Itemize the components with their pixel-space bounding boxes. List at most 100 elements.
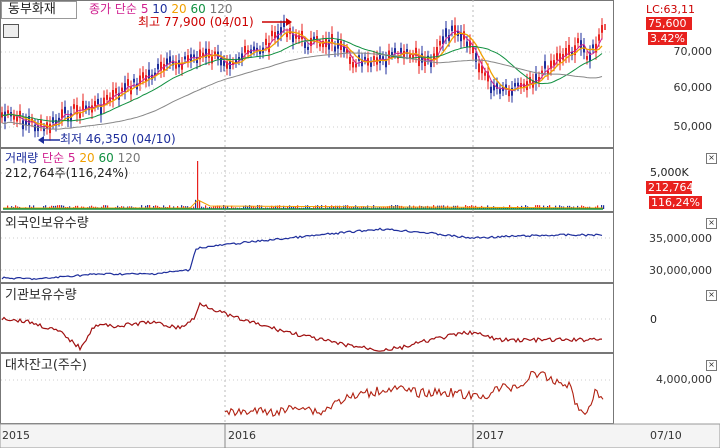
candle-body	[169, 56, 171, 63]
price-tick: 50,000	[673, 120, 713, 133]
volume-current-badge: 212,764	[646, 181, 694, 194]
volume-close-button[interactable]: ×	[706, 153, 717, 164]
candle-body	[106, 94, 108, 100]
candle-body	[370, 62, 372, 67]
foreign-close-button[interactable]: ×	[706, 218, 717, 229]
inst-close-button[interactable]: ×	[706, 290, 717, 301]
date-tick: 2017	[476, 429, 504, 442]
price-tick: 60,000	[673, 81, 713, 94]
loan-tick: 4,000,000	[656, 373, 712, 386]
loan-title: 대차잔고(주수)	[5, 358, 87, 373]
candle-body	[133, 78, 135, 83]
volume-bar	[603, 205, 605, 209]
table-icon[interactable]	[3, 24, 19, 38]
candle-body	[49, 123, 51, 134]
candle-body	[400, 47, 402, 53]
price-legend-label: 종가 단순	[89, 2, 137, 16]
foreign-title: 외국인보유수량	[5, 216, 89, 231]
candle-body	[325, 38, 327, 48]
volume-bar	[199, 200, 201, 209]
candle-body	[499, 89, 501, 94]
candle-body	[379, 53, 381, 63]
legend-ma5: 5	[140, 2, 149, 16]
candle-body	[580, 40, 582, 49]
high-annotation: 최고 77,900 (04/01)	[138, 15, 254, 29]
candle-body	[184, 56, 186, 60]
legend-ma120: 120	[209, 2, 233, 16]
volume-label: 거래량	[5, 151, 39, 165]
candle-body	[94, 101, 96, 107]
legend-ma60: 60	[190, 2, 206, 16]
volume-value: 212,764주(116,24%)	[5, 166, 129, 180]
lc-value: LC:63,11	[646, 3, 696, 16]
stock-name-box[interactable]: 동부화재	[1, 1, 77, 19]
candle-body	[127, 79, 129, 86]
date-tick: 2015	[2, 429, 30, 442]
inst-tick: 0	[650, 313, 657, 326]
volume-label2: 단순	[41, 151, 65, 165]
candle-body	[490, 86, 492, 94]
candle-body	[34, 124, 36, 132]
candle-body	[319, 43, 321, 47]
vol-legend-ma120: 120	[117, 151, 141, 165]
candle-body	[307, 46, 309, 50]
candle-body	[73, 104, 75, 109]
candle-body	[166, 58, 168, 65]
candle-body	[577, 38, 579, 44]
candle-body	[451, 25, 453, 31]
candle-body	[130, 87, 132, 95]
candle-body	[544, 61, 546, 69]
candle-body	[445, 28, 447, 37]
loan-close-button[interactable]: ×	[706, 360, 717, 371]
candle-body	[418, 56, 420, 67]
candle-body	[409, 54, 411, 59]
price-series	[1, 14, 606, 144]
volume-legend: 거래량 단순 5 20 60 120	[5, 152, 140, 165]
candle-body	[484, 72, 486, 76]
low-annotation: 최저 46,350 (04/10)	[60, 132, 176, 146]
candle-body	[508, 90, 510, 97]
candle-body	[334, 46, 336, 52]
candle-body	[391, 52, 393, 56]
candle-body	[328, 39, 330, 50]
date-tick: 2016	[228, 429, 256, 442]
panel-border	[0, 212, 614, 283]
candle-body	[388, 50, 390, 59]
candle-body	[478, 63, 480, 73]
change-badge: 3.42%	[648, 32, 687, 45]
candle-body	[559, 53, 561, 63]
vol-legend-ma20: 20	[79, 151, 95, 165]
candle-body	[4, 111, 6, 122]
foreign-line	[1, 227, 603, 281]
candle-body	[349, 56, 351, 64]
legend-ma20: 20	[171, 2, 187, 16]
volume-bar	[197, 161, 199, 209]
current-price-badge: 75,600	[646, 17, 692, 30]
candle-body	[82, 100, 84, 110]
foreign-tick: 30,000,000	[649, 264, 712, 277]
candle-body	[439, 40, 441, 46]
vol-legend-ma5: 5	[67, 151, 76, 165]
candle-body	[7, 110, 9, 114]
candle-body	[52, 117, 54, 124]
candle-body	[352, 62, 354, 68]
chart-canvas	[0, 0, 720, 448]
legend-ma10: 10	[152, 2, 168, 16]
volume-tick: 5,000K	[650, 166, 689, 179]
stock-name: 동부화재	[8, 2, 56, 17]
candle-body	[286, 33, 288, 38]
date-tick: 07/10	[650, 429, 682, 442]
candle-body	[115, 88, 117, 94]
candle-body	[592, 44, 594, 49]
candle-body	[454, 25, 456, 35]
vol-legend-ma60: 60	[98, 151, 114, 165]
candle-body	[265, 38, 267, 46]
inst-line	[1, 301, 602, 352]
panel-border	[0, 353, 614, 424]
volume-bar	[195, 199, 197, 209]
foreign-tick: 35,000,000	[649, 232, 712, 245]
candle-body	[148, 69, 150, 79]
candle-body	[586, 56, 588, 60]
candle-body	[97, 98, 99, 105]
volume-pct-badge: 116,24%	[649, 196, 702, 209]
